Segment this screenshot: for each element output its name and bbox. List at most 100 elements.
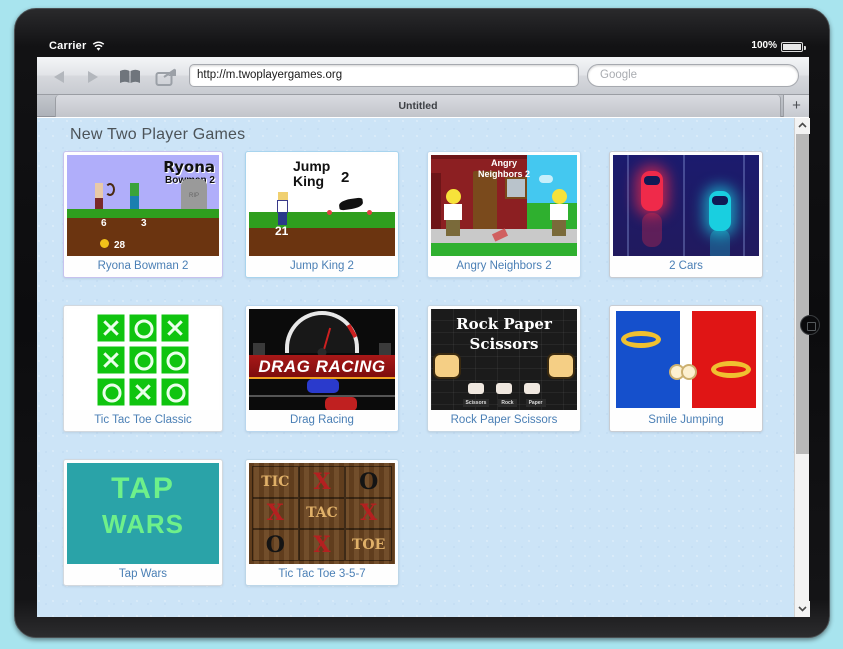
art-banner-text: DRAG RACING	[258, 357, 386, 376]
art-labels: Scissors Rock Paper	[431, 399, 577, 407]
game-thumbnail	[613, 155, 759, 256]
art-title-line2: WARS	[102, 509, 184, 539]
art-title: Angry Neighbors 2	[459, 158, 549, 180]
cell: X	[345, 497, 392, 530]
scroll-down-button[interactable]	[795, 601, 810, 617]
bow-icon	[105, 183, 115, 196]
share-button[interactable]	[155, 68, 177, 86]
game-thumbnail: TIC X O X TAC X O X TOE	[249, 463, 395, 564]
ipad-device-frame: Carrier 100% http://m.twoplayergames.org…	[14, 8, 830, 638]
speedometer-icon	[285, 311, 359, 357]
game-title-label[interactable]: Tic Tac Toe Classic	[67, 410, 219, 431]
panel-left	[616, 311, 680, 408]
car-red	[641, 171, 663, 211]
tab-bar: Untitled +	[37, 95, 809, 117]
art-label-paper: Paper	[525, 399, 546, 407]
game-thumbnail: DRAG RACING	[249, 309, 395, 410]
fist-left-icon	[433, 353, 461, 379]
book-icon	[120, 69, 140, 83]
tictactoe-board	[97, 314, 189, 405]
car-red	[325, 397, 357, 410]
smiley-right-icon	[681, 364, 697, 380]
art-title-line1: Jump	[293, 158, 331, 174]
forward-arrow-icon	[88, 71, 98, 83]
forward-button[interactable]	[83, 67, 105, 87]
car-blue	[307, 379, 339, 393]
game-tile-ryona-bowman-2[interactable]: Ryona Bowman 2 RIP 6 3 28 Ryona Bowman 2	[63, 151, 223, 278]
url-input[interactable]: http://m.twoplayergames.org	[189, 64, 579, 87]
game-tile-tap-wars[interactable]: TAP WARS Tap Wars	[63, 459, 223, 586]
game-title-label[interactable]: Drag Racing	[249, 410, 395, 431]
tombstone: RIP	[181, 179, 207, 209]
bookmarks-button[interactable]	[119, 68, 141, 85]
art-title-number: 2	[341, 169, 350, 186]
share-icon	[155, 68, 176, 86]
home-button[interactable]	[800, 315, 820, 335]
page-title: New Two Player Games	[70, 126, 246, 143]
art-title-line2: Scissors	[469, 335, 539, 353]
chevron-up-icon	[798, 122, 807, 128]
tab-untitled[interactable]: Untitled	[55, 95, 781, 117]
hand-scissors-icon	[468, 383, 484, 394]
game-thumbnail: TAP WARS	[67, 463, 219, 564]
wifi-icon	[92, 41, 105, 51]
chevron-down-icon	[798, 606, 807, 612]
game-tile-smile-jumping[interactable]: Smile Jumping	[609, 305, 763, 432]
game-thumbnail: Jump King 2 21	[249, 155, 395, 256]
cell: TIC	[252, 466, 299, 498]
safari-browser: http://m.twoplayergames.org Google Untit…	[37, 57, 810, 617]
cell: X	[298, 529, 346, 561]
game-thumbnail: Ryona Bowman 2 RIP 6 3 28	[67, 155, 219, 256]
game-title-label[interactable]: Tic Tac Toe 3-5-7	[249, 564, 395, 585]
character-left	[443, 189, 463, 236]
game-title-label[interactable]: Rock Paper Scissors	[431, 410, 577, 431]
art-title-line1: Angry	[490, 158, 517, 168]
fist-right-icon	[547, 353, 575, 379]
cell: TOE	[345, 529, 392, 561]
scrollbar-thumb[interactable]	[796, 134, 809, 454]
game-tile-rock-paper-scissors[interactable]: Rock Paper Scissors Scissors Rock Paper …	[427, 305, 581, 432]
cell: X	[298, 466, 346, 498]
back-button[interactable]	[49, 67, 71, 87]
score-player1: 6	[101, 218, 107, 229]
tictactoe-board: TIC X O X TAC X O X TOE	[252, 466, 392, 561]
coin-count: 28	[114, 240, 126, 251]
hand-paper-icon	[524, 383, 540, 394]
browser-toolbar: http://m.twoplayergames.org Google	[37, 57, 809, 95]
game-tile-drag-racing[interactable]: DRAG RACING Drag Racing	[245, 305, 399, 432]
art-title-line2: King	[293, 173, 325, 189]
hand-rock-icon	[496, 383, 512, 394]
game-title-label[interactable]: 2 Cars	[613, 256, 759, 277]
web-page-content: New Two Player Games Ryona Bowman 2 RIP …	[37, 118, 809, 617]
cell: TAC	[298, 497, 346, 530]
game-tile-tic-tac-toe-classic[interactable]: Tic Tac Toe Classic	[63, 305, 223, 432]
game-tile-jump-king-2[interactable]: Jump King 2 21 Jump King 2	[245, 151, 399, 278]
game-thumbnail: Angry Neighbors 2	[431, 155, 577, 256]
cell: O	[252, 529, 299, 561]
game-title-label[interactable]: Ryona Bowman 2	[67, 256, 219, 277]
status-bar: Carrier 100%	[37, 37, 809, 57]
game-tile-angry-neighbors-2[interactable]: Angry Neighbors 2 Angry Neighbors 2	[427, 151, 581, 278]
game-thumbnail: Rock Paper Scissors Scissors Rock Paper	[431, 309, 577, 410]
car-cyan	[709, 191, 731, 231]
game-thumbnail	[613, 309, 759, 410]
score-label: 21	[275, 224, 289, 238]
battery-icon	[781, 42, 806, 52]
carrier-label: Carrier	[49, 40, 87, 52]
art-title-line1: Rock Paper	[456, 315, 552, 333]
cell: X	[252, 497, 299, 530]
game-title-label[interactable]: Smile Jumping	[613, 410, 759, 431]
score-player2: 3	[141, 218, 147, 229]
art-title-line2: Neighbors 2	[477, 169, 530, 179]
search-input[interactable]: Google	[587, 64, 799, 87]
game-tile-tic-tac-toe-3-5-7[interactable]: TIC X O X TAC X O X TOE Tic Tac Toe 3-5-…	[245, 459, 399, 586]
game-title-label[interactable]: Tap Wars	[67, 564, 219, 585]
scroll-up-button[interactable]	[795, 118, 810, 134]
cell: O	[345, 466, 392, 498]
game-title-label[interactable]: Jump King 2	[249, 256, 395, 277]
art-title-line1: TAP	[111, 472, 175, 505]
new-tab-button[interactable]: +	[783, 95, 809, 117]
game-tile-2-cars[interactable]: 2 Cars	[609, 151, 763, 278]
vertical-scrollbar[interactable]	[794, 118, 810, 617]
game-title-label[interactable]: Angry Neighbors 2	[431, 256, 577, 277]
